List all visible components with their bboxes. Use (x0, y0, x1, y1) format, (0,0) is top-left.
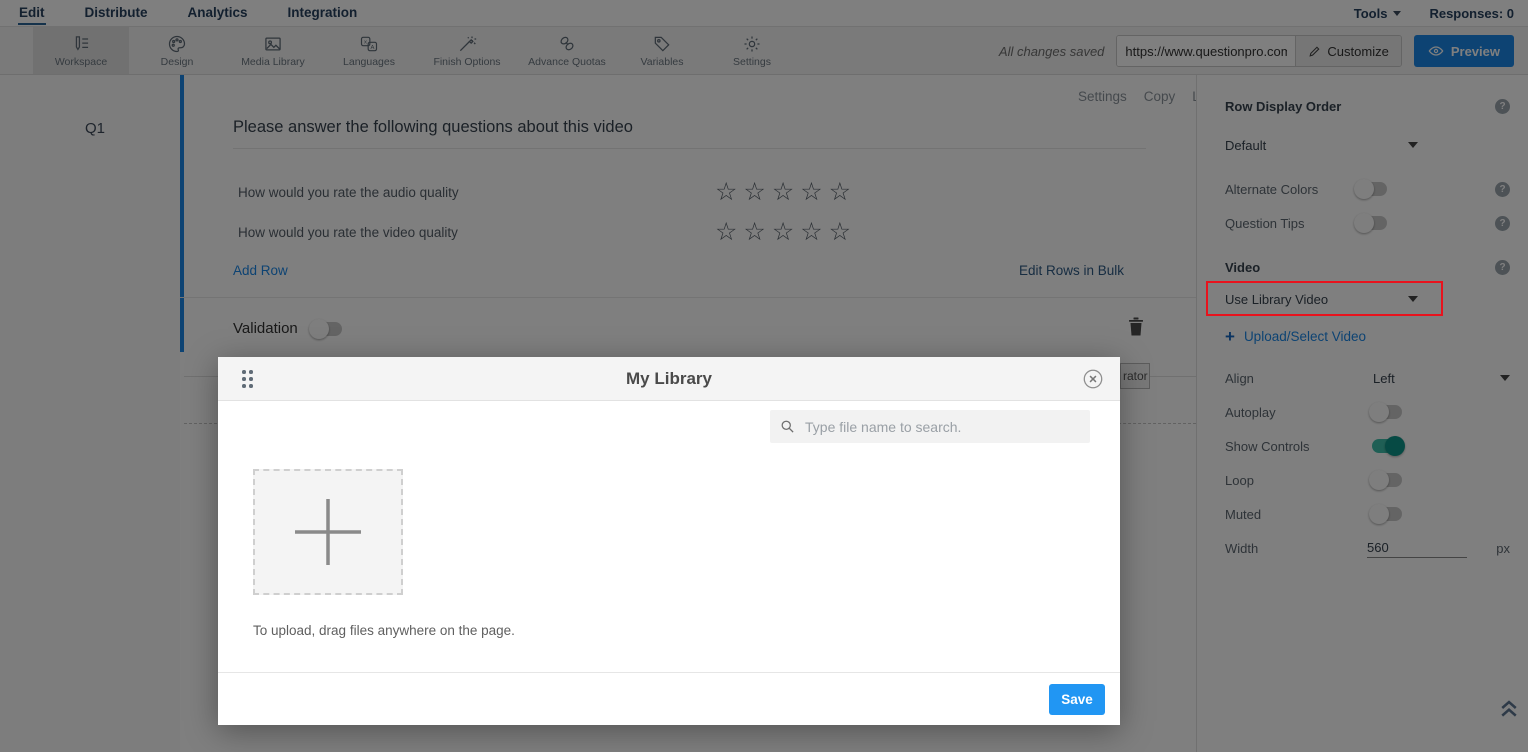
search-icon (780, 419, 795, 434)
upload-hint-text: To upload, drag files anywhere on the pa… (253, 623, 515, 638)
upload-tile[interactable] (253, 469, 403, 595)
save-button[interactable]: Save (1049, 684, 1105, 715)
questionpro-survey-editor: Edit Distribute Analytics Integration To… (0, 0, 1528, 752)
modal-footer: Save (218, 672, 1120, 725)
modal-title: My Library (626, 369, 712, 389)
plus-icon (291, 495, 365, 569)
my-library-modal: My Library To upload, drag files anywher… (218, 357, 1120, 725)
close-icon[interactable] (1082, 368, 1104, 390)
library-search-box (770, 410, 1090, 443)
drag-handle-icon[interactable] (242, 370, 254, 389)
modal-header: My Library (218, 357, 1120, 401)
library-search-input[interactable] (803, 418, 1080, 436)
